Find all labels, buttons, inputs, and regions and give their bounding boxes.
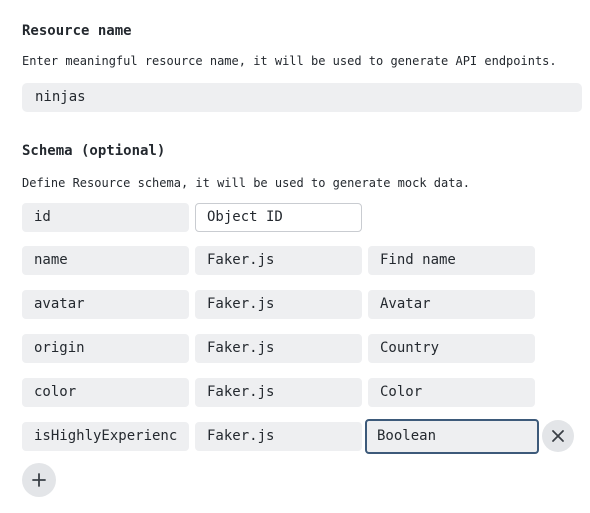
schema-field-name-input[interactable]: isHighlyExperienc xyxy=(22,422,189,451)
resource-name-title: Resource name xyxy=(22,23,132,39)
resource-name-description: Enter meaningful resource name, it will … xyxy=(22,54,557,68)
schema-generator-select[interactable]: Faker.js xyxy=(195,378,362,407)
resource-form: Resource name Enter meaningful resource … xyxy=(0,0,590,513)
schema-generator-select[interactable]: Faker.js xyxy=(195,246,362,275)
schema-field-name-input[interactable]: color xyxy=(22,378,189,407)
schema-field-name-input[interactable]: origin xyxy=(22,334,189,363)
schema-field-name-input[interactable]: avatar xyxy=(22,290,189,319)
schema-field-name-input[interactable]: name xyxy=(22,246,189,275)
remove-field-button[interactable] xyxy=(542,420,574,452)
schema-generator-select[interactable]: Faker.js xyxy=(195,422,362,451)
schema-method-select[interactable]: Boolean xyxy=(365,419,539,454)
plus-icon xyxy=(32,473,46,487)
schema-method-select[interactable]: Avatar xyxy=(368,290,535,319)
schema-description: Define Resource schema, it will be used … xyxy=(22,176,470,190)
add-field-button[interactable] xyxy=(22,463,56,497)
resource-name-input[interactable]: ninjas xyxy=(22,83,582,112)
schema-generator-select[interactable]: Faker.js xyxy=(195,290,362,319)
close-icon xyxy=(552,430,564,442)
schema-method-select[interactable]: Find name xyxy=(368,246,535,275)
schema-method-select[interactable]: Color xyxy=(368,378,535,407)
schema-method-select[interactable]: Country xyxy=(368,334,535,363)
schema-field-name-input[interactable]: id xyxy=(22,203,189,232)
schema-generator-select[interactable]: Object ID xyxy=(195,203,362,232)
schema-title: Schema (optional) xyxy=(22,143,166,159)
schema-generator-select[interactable]: Faker.js xyxy=(195,334,362,363)
